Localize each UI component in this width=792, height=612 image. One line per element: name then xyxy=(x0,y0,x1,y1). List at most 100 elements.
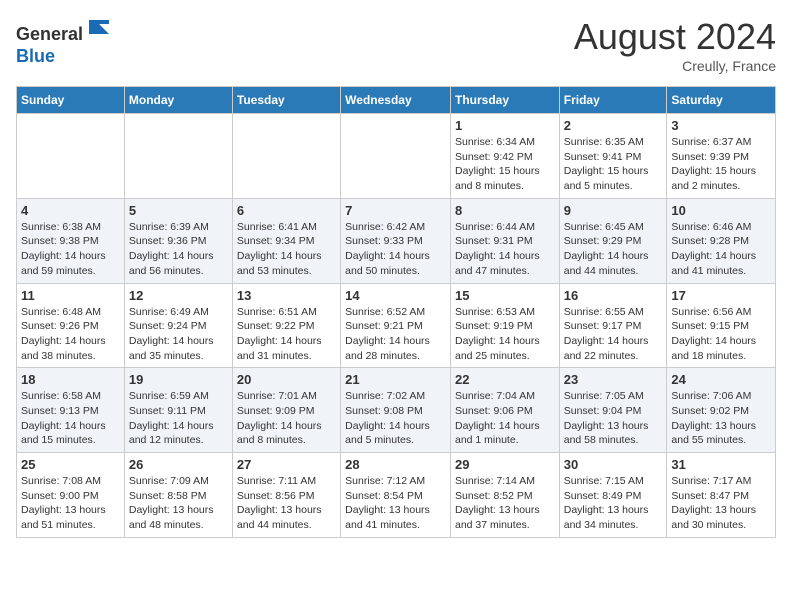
day-number: 3 xyxy=(671,118,771,133)
calendar-cell: 22 Sunrise: 7:04 AMSunset: 9:06 PMDayligh… xyxy=(450,368,559,453)
day-info: Sunrise: 6:56 AMSunset: 9:15 PMDaylight:… xyxy=(671,305,771,364)
calendar-week-row: 11 Sunrise: 6:48 AMSunset: 9:26 PMDayligh… xyxy=(17,283,776,368)
calendar-cell: 5 Sunrise: 6:39 AMSunset: 9:36 PMDaylight… xyxy=(124,198,232,283)
logo-icon xyxy=(85,16,109,40)
calendar-cell: 11 Sunrise: 6:48 AMSunset: 9:26 PMDayligh… xyxy=(17,283,125,368)
calendar-cell: 3 Sunrise: 6:37 AMSunset: 9:39 PMDaylight… xyxy=(667,114,776,199)
day-info: Sunrise: 6:49 AMSunset: 9:24 PMDaylight:… xyxy=(129,305,228,364)
day-number: 26 xyxy=(129,457,228,472)
calendar-cell: 31 Sunrise: 7:17 AMSunset: 8:47 PMDayligh… xyxy=(667,453,776,538)
header-thursday: Thursday xyxy=(450,87,559,114)
day-info: Sunrise: 6:59 AMSunset: 9:11 PMDaylight:… xyxy=(129,389,228,448)
day-number: 8 xyxy=(455,203,555,218)
day-info: Sunrise: 6:46 AMSunset: 9:28 PMDaylight:… xyxy=(671,220,771,279)
day-number: 25 xyxy=(21,457,120,472)
header-friday: Friday xyxy=(559,87,667,114)
day-number: 16 xyxy=(564,288,663,303)
calendar-cell: 16 Sunrise: 6:55 AMSunset: 9:17 PMDayligh… xyxy=(559,283,667,368)
calendar-cell: 20 Sunrise: 7:01 AMSunset: 9:09 PMDayligh… xyxy=(232,368,340,453)
title-block: August 2024 Creully, France xyxy=(574,16,776,74)
day-info: Sunrise: 6:45 AMSunset: 9:29 PMDaylight:… xyxy=(564,220,663,279)
day-info: Sunrise: 6:51 AMSunset: 9:22 PMDaylight:… xyxy=(237,305,336,364)
day-number: 4 xyxy=(21,203,120,218)
calendar-table: SundayMondayTuesdayWednesdayThursdayFrid… xyxy=(16,86,776,538)
calendar-cell xyxy=(232,114,340,199)
day-info: Sunrise: 7:17 AMSunset: 8:47 PMDaylight:… xyxy=(671,474,771,533)
day-info: Sunrise: 6:37 AMSunset: 9:39 PMDaylight:… xyxy=(671,135,771,194)
month-year-title: August 2024 xyxy=(574,16,776,58)
calendar-cell: 24 Sunrise: 7:06 AMSunset: 9:02 PMDayligh… xyxy=(667,368,776,453)
day-info: Sunrise: 6:38 AMSunset: 9:38 PMDaylight:… xyxy=(21,220,120,279)
header-sunday: Sunday xyxy=(17,87,125,114)
day-info: Sunrise: 6:58 AMSunset: 9:13 PMDaylight:… xyxy=(21,389,120,448)
day-info: Sunrise: 6:35 AMSunset: 9:41 PMDaylight:… xyxy=(564,135,663,194)
header-saturday: Saturday xyxy=(667,87,776,114)
day-number: 1 xyxy=(455,118,555,133)
calendar-cell: 30Sunrise: 7:15 AMSunset: 8:49 PMDayligh… xyxy=(559,453,667,538)
day-number: 31 xyxy=(671,457,771,472)
day-number: 7 xyxy=(345,203,446,218)
day-number: 27 xyxy=(237,457,336,472)
calendar-cell: 10 Sunrise: 6:46 AMSunset: 9:28 PMDayligh… xyxy=(667,198,776,283)
day-number: 6 xyxy=(237,203,336,218)
logo: General Blue xyxy=(16,16,109,67)
day-number: 29 xyxy=(455,457,555,472)
day-info: Sunrise: 6:52 AMSunset: 9:21 PMDaylight:… xyxy=(345,305,446,364)
calendar-cell: 8 Sunrise: 6:44 AMSunset: 9:31 PMDaylight… xyxy=(450,198,559,283)
day-info: Sunrise: 7:14 AMSunset: 8:52 PMDaylight:… xyxy=(455,474,555,533)
day-info: Sunrise: 7:06 AMSunset: 9:02 PMDaylight:… xyxy=(671,389,771,448)
logo-general: General xyxy=(16,24,83,44)
header-monday: Monday xyxy=(124,87,232,114)
location-label: Creully, France xyxy=(574,58,776,74)
day-number: 12 xyxy=(129,288,228,303)
day-info: Sunrise: 6:53 AMSunset: 9:19 PMDaylight:… xyxy=(455,305,555,364)
calendar-cell: 13Sunrise: 6:51 AMSunset: 9:22 PMDayligh… xyxy=(232,283,340,368)
day-number: 28 xyxy=(345,457,446,472)
day-number: 9 xyxy=(564,203,663,218)
calendar-week-row: 4 Sunrise: 6:38 AMSunset: 9:38 PMDaylight… xyxy=(17,198,776,283)
calendar-cell: 26Sunrise: 7:09 AMSunset: 8:58 PMDayligh… xyxy=(124,453,232,538)
day-number: 22 xyxy=(455,372,555,387)
calendar-cell: 17Sunrise: 6:56 AMSunset: 9:15 PMDayligh… xyxy=(667,283,776,368)
calendar-cell: 12 Sunrise: 6:49 AMSunset: 9:24 PMDayligh… xyxy=(124,283,232,368)
day-number: 23 xyxy=(564,372,663,387)
calendar-cell: 1 Sunrise: 6:34 AMSunset: 9:42 PMDaylight… xyxy=(450,114,559,199)
day-info: Sunrise: 7:11 AMSunset: 8:56 PMDaylight:… xyxy=(237,474,336,533)
calendar-cell xyxy=(17,114,125,199)
calendar-cell: 25 Sunrise: 7:08 AMSunset: 9:00 PMDayligh… xyxy=(17,453,125,538)
calendar-cell: 21 Sunrise: 7:02 AMSunset: 9:08 PMDayligh… xyxy=(341,368,451,453)
day-number: 5 xyxy=(129,203,228,218)
day-number: 24 xyxy=(671,372,771,387)
calendar-cell: 27 Sunrise: 7:11 AMSunset: 8:56 PMDayligh… xyxy=(232,453,340,538)
calendar-cell: 19 Sunrise: 6:59 AMSunset: 9:11 PMDayligh… xyxy=(124,368,232,453)
calendar-cell: 6 Sunrise: 6:41 AMSunset: 9:34 PMDaylight… xyxy=(232,198,340,283)
day-number: 2 xyxy=(564,118,663,133)
calendar-cell: 29 Sunrise: 7:14 AMSunset: 8:52 PMDayligh… xyxy=(450,453,559,538)
calendar-cell: 14Sunrise: 6:52 AMSunset: 9:21 PMDayligh… xyxy=(341,283,451,368)
day-number: 15 xyxy=(455,288,555,303)
logo-blue: Blue xyxy=(16,46,55,66)
calendar-cell: 18 Sunrise: 6:58 AMSunset: 9:13 PMDayligh… xyxy=(17,368,125,453)
day-info: Sunrise: 7:08 AMSunset: 9:00 PMDaylight:… xyxy=(21,474,120,533)
calendar-cell: 9 Sunrise: 6:45 AMSunset: 9:29 PMDaylight… xyxy=(559,198,667,283)
day-number: 18 xyxy=(21,372,120,387)
day-info: Sunrise: 6:41 AMSunset: 9:34 PMDaylight:… xyxy=(237,220,336,279)
day-number: 10 xyxy=(671,203,771,218)
day-info: Sunrise: 6:48 AMSunset: 9:26 PMDaylight:… xyxy=(21,305,120,364)
day-number: 21 xyxy=(345,372,446,387)
day-number: 11 xyxy=(21,288,120,303)
day-info: Sunrise: 6:44 AMSunset: 9:31 PMDaylight:… xyxy=(455,220,555,279)
calendar-week-row: 1 Sunrise: 6:34 AMSunset: 9:42 PMDaylight… xyxy=(17,114,776,199)
calendar-cell xyxy=(124,114,232,199)
day-info: Sunrise: 7:01 AMSunset: 9:09 PMDaylight:… xyxy=(237,389,336,448)
day-info: Sunrise: 6:39 AMSunset: 9:36 PMDaylight:… xyxy=(129,220,228,279)
calendar-cell: 4 Sunrise: 6:38 AMSunset: 9:38 PMDaylight… xyxy=(17,198,125,283)
day-number: 19 xyxy=(129,372,228,387)
calendar-cell: 7Sunrise: 6:42 AMSunset: 9:33 PMDaylight… xyxy=(341,198,451,283)
day-info: Sunrise: 6:55 AMSunset: 9:17 PMDaylight:… xyxy=(564,305,663,364)
day-info: Sunrise: 7:02 AMSunset: 9:08 PMDaylight:… xyxy=(345,389,446,448)
day-info: Sunrise: 7:04 AMSunset: 9:06 PMDaylight:… xyxy=(455,389,555,448)
day-number: 20 xyxy=(237,372,336,387)
header-wednesday: Wednesday xyxy=(341,87,451,114)
day-info: Sunrise: 6:34 AMSunset: 9:42 PMDaylight:… xyxy=(455,135,555,194)
